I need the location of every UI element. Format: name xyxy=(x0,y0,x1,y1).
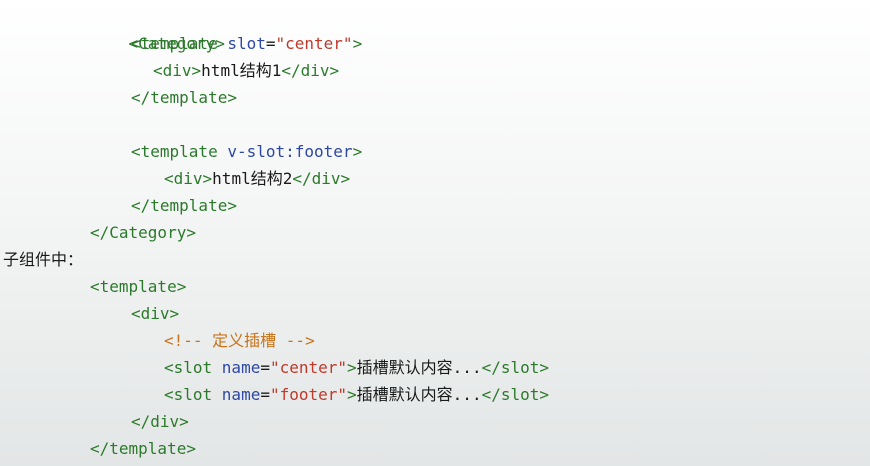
code-equals: = xyxy=(260,385,270,404)
code-tag: > xyxy=(347,358,357,377)
code-string: "footer" xyxy=(269,385,348,404)
code-equals: = xyxy=(260,358,270,377)
code-string: "center" xyxy=(269,358,348,377)
code-line-template-open: <template> xyxy=(0,273,186,300)
code-line-template-close: </template> xyxy=(0,192,237,219)
code-string: "center" xyxy=(275,34,353,53)
code-text: html结构2 xyxy=(212,169,293,188)
code-text: 插槽默认内容... xyxy=(356,358,482,377)
code-comment: <!-- 定义插槽 --> xyxy=(164,331,315,350)
code-tag: </div> xyxy=(292,169,351,188)
code-tag: <slot xyxy=(164,358,222,377)
code-line-template-close: </template> xyxy=(0,84,237,111)
code-document: <Category> <template slot="center"> <div… xyxy=(0,0,870,466)
code-tag: <template xyxy=(131,34,228,53)
code-line-slot-center: <slot name="center">插槽默认内容...</slot> xyxy=(0,354,549,381)
code-tag: > xyxy=(352,34,363,53)
code-attr: name xyxy=(221,385,261,404)
code-tag: <div> xyxy=(131,304,180,323)
code-tag: > xyxy=(347,385,357,404)
code-tag: <slot xyxy=(164,385,222,404)
code-attr: slot xyxy=(227,34,266,53)
code-line-div-close: </div> xyxy=(0,408,189,435)
code-tag: > xyxy=(352,142,363,161)
code-line-slot-footer: <slot name="footer">插槽默认内容...</slot> xyxy=(0,381,549,408)
child-component-label: 子组件中： xyxy=(3,250,84,269)
code-tag: </div> xyxy=(131,412,189,431)
code-text: html结构1 xyxy=(201,61,282,80)
code-tag: </slot> xyxy=(481,385,550,404)
code-line-template-slot-center: <template slot="center"> xyxy=(0,30,362,57)
code-line-template-close: </template> xyxy=(0,435,196,462)
code-attr: v-slot:footer xyxy=(227,142,353,161)
code-line-template-vslot-footer: <template v-slot:footer> xyxy=(0,138,362,165)
code-line-div-open: <div> xyxy=(0,300,179,327)
code-line-comment: <!-- 定义插槽 --> xyxy=(0,327,315,354)
code-tag: </template> xyxy=(131,196,237,215)
code-tag: <template> xyxy=(90,277,187,296)
code-attr: name xyxy=(221,358,261,377)
code-tag: </slot> xyxy=(481,358,550,377)
code-tag: </div> xyxy=(281,61,340,80)
code-line-category-open: <Category> xyxy=(0,3,225,53)
code-tag: <div> xyxy=(164,169,213,188)
code-line-div-html2: <div>html结构2</div> xyxy=(0,165,350,192)
code-tag: </template> xyxy=(131,88,237,107)
code-line-div-html1: <div>html结构1</div> xyxy=(0,57,339,84)
code-tag: </Category> xyxy=(90,223,196,242)
code-text: 插槽默认内容... xyxy=(356,385,482,404)
code-tag: <div> xyxy=(153,61,202,80)
code-tag: <template xyxy=(131,142,228,161)
code-tag: </template> xyxy=(90,439,196,458)
code-equals: = xyxy=(265,34,276,53)
code-line-category-close: </Category> xyxy=(0,219,196,246)
